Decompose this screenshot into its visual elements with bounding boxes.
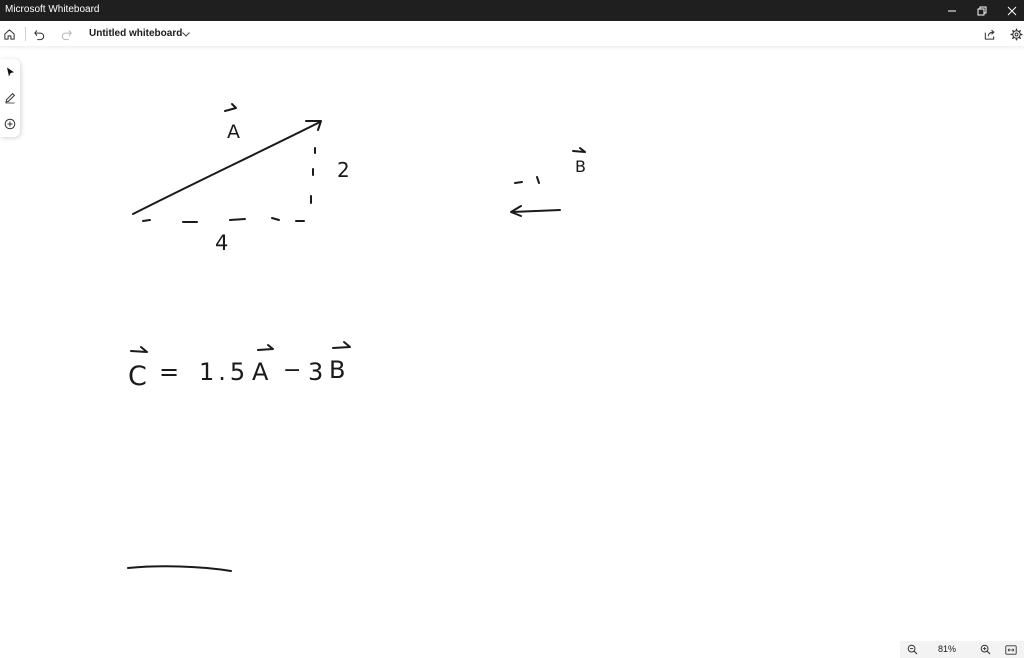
dashed-horizontal-line (142, 217, 305, 223)
vector-a-eq-arrow (257, 344, 274, 351)
close-icon[interactable] (997, 0, 1024, 21)
vector-b-label: B (575, 157, 586, 176)
share-icon[interactable] (980, 25, 998, 43)
board-name[interactable]: Untitled whiteboard (89, 28, 182, 39)
restore-icon[interactable] (967, 0, 997, 21)
ink-line (127, 565, 232, 572)
vector-b-label-arrow (572, 147, 586, 153)
zoom-level: 81% (938, 644, 957, 654)
chevron-down-icon[interactable] (181, 29, 191, 39)
settings-icon[interactable] (1007, 25, 1024, 43)
toolbar-divider (25, 27, 26, 41)
horizontal-component-label: 4 (215, 231, 228, 255)
equation-a: A (252, 358, 269, 386)
undo-icon[interactable] (30, 25, 48, 43)
vector-b-eq-arrow (332, 341, 351, 349)
dotted-vertical-line (310, 147, 316, 204)
equation-equals: = (159, 358, 179, 386)
equation-scalar-1: 1.5 (199, 358, 249, 386)
app-toolbar: Untitled whiteboard (0, 21, 1024, 47)
zoom-controls: 81% (900, 641, 1024, 658)
vector-b-dashes (514, 176, 540, 184)
redo-icon[interactable] (57, 25, 75, 43)
home-icon[interactable] (0, 25, 18, 43)
whiteboard-canvas[interactable]: A 2 4 B C = 1.5 A − 3 B (0, 48, 1024, 640)
title-bar: Microsoft Whiteboard (0, 0, 1024, 21)
equation-minus: − (283, 358, 301, 383)
vertical-component-label: 2 (337, 158, 350, 182)
vector-a-label-arrow (224, 103, 237, 112)
vector-c-arrow (130, 346, 148, 353)
equation-scalar-2: 3 (308, 358, 323, 386)
fit-screen-icon[interactable] (1004, 643, 1018, 656)
window-title: Microsoft Whiteboard (5, 4, 100, 15)
minimize-icon[interactable] (937, 0, 967, 21)
vector-b-arrow (510, 205, 561, 217)
zoom-out-icon[interactable] (905, 643, 919, 656)
equation-b: B (329, 356, 345, 384)
equation-c: C (128, 361, 147, 392)
zoom-in-icon[interactable] (978, 643, 992, 656)
vector-a-label: A (227, 121, 240, 143)
